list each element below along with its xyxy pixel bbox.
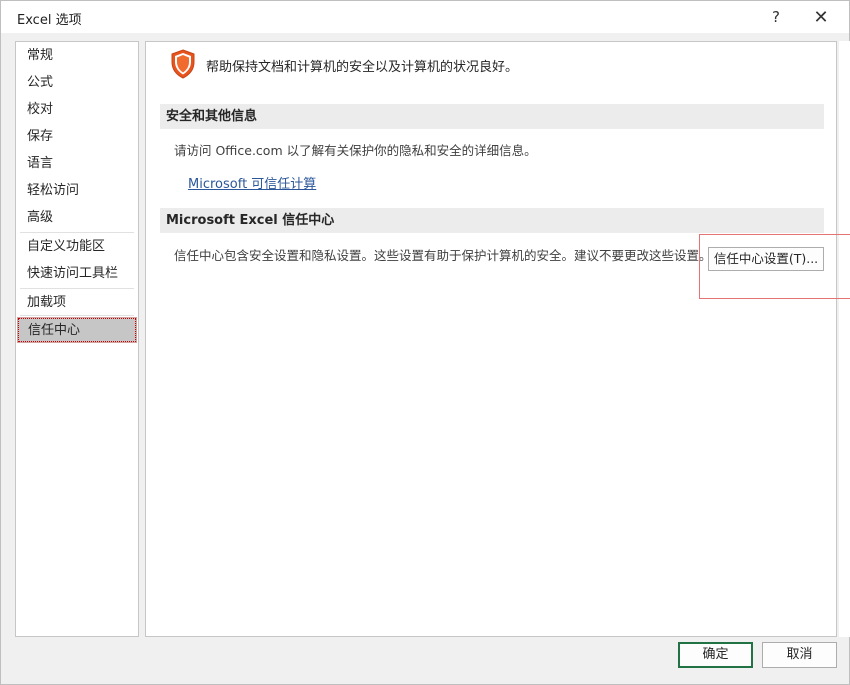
section-header-trust-center: Microsoft Excel 信任中心 (160, 208, 824, 233)
section-header-privacy: 安全和其他信息 (160, 104, 824, 129)
sidebar-item-formulas[interactable]: 公式 (18, 71, 136, 95)
sidebar-item-save[interactable]: 保存 (18, 125, 136, 149)
help-button[interactable]: ? (753, 1, 799, 33)
trust-center-description: 信任中心包含安全设置和隐私设置。这些设置有助于保护计算机的安全。建议不要更改这些… (174, 248, 712, 263)
window-edge (839, 41, 850, 637)
trust-center-panel: 帮助保持文档和计算机的安全以及计算机的状况良好。 安全和其他信息 请访问 Off… (145, 41, 837, 637)
help-icon: ? (772, 8, 780, 26)
title-bar: Excel 选项 ? ✕ (1, 1, 849, 33)
close-button[interactable]: ✕ (798, 1, 844, 33)
intro-text: 帮助保持文档和计算机的安全以及计算机的状况良好。 (206, 60, 519, 75)
sidebar-divider (20, 315, 134, 316)
excel-options-dialog: Excel 选项 ? ✕ 常规 公式 校对 保存 语言 轻松访问 高级 自定义功… (0, 0, 850, 685)
shield-icon (171, 49, 195, 79)
close-icon: ✕ (813, 6, 829, 28)
privacy-description: 请访问 Office.com 以了解有关保护你的隐私和安全的详细信息。 (174, 143, 537, 158)
sidebar-divider (20, 232, 134, 233)
sidebar-item-language[interactable]: 语言 (18, 152, 136, 176)
options-sidebar: 常规 公式 校对 保存 语言 轻松访问 高级 自定义功能区 快速访问工具栏 加载… (15, 41, 139, 637)
sidebar-item-quick-access-toolbar[interactable]: 快速访问工具栏 (18, 262, 136, 286)
sidebar-item-accessibility[interactable]: 轻松访问 (18, 179, 136, 203)
trustworthy-computing-link[interactable]: Microsoft 可信任计算 (188, 173, 316, 192)
sidebar-item-general[interactable]: 常规 (18, 44, 136, 68)
cancel-button[interactable]: 取消 (762, 642, 837, 668)
highlight-frame (699, 234, 850, 299)
sidebar-item-addins[interactable]: 加载项 (18, 291, 136, 315)
ok-button[interactable]: 确定 (678, 642, 753, 668)
window-title: Excel 选项 (17, 13, 82, 28)
sidebar-item-proofing[interactable]: 校对 (18, 98, 136, 122)
sidebar-item-advanced[interactable]: 高级 (18, 206, 136, 230)
sidebar-divider (20, 288, 134, 289)
sidebar-item-customize-ribbon[interactable]: 自定义功能区 (18, 235, 136, 259)
sidebar-item-trust-center[interactable]: 信任中心 (17, 317, 137, 343)
